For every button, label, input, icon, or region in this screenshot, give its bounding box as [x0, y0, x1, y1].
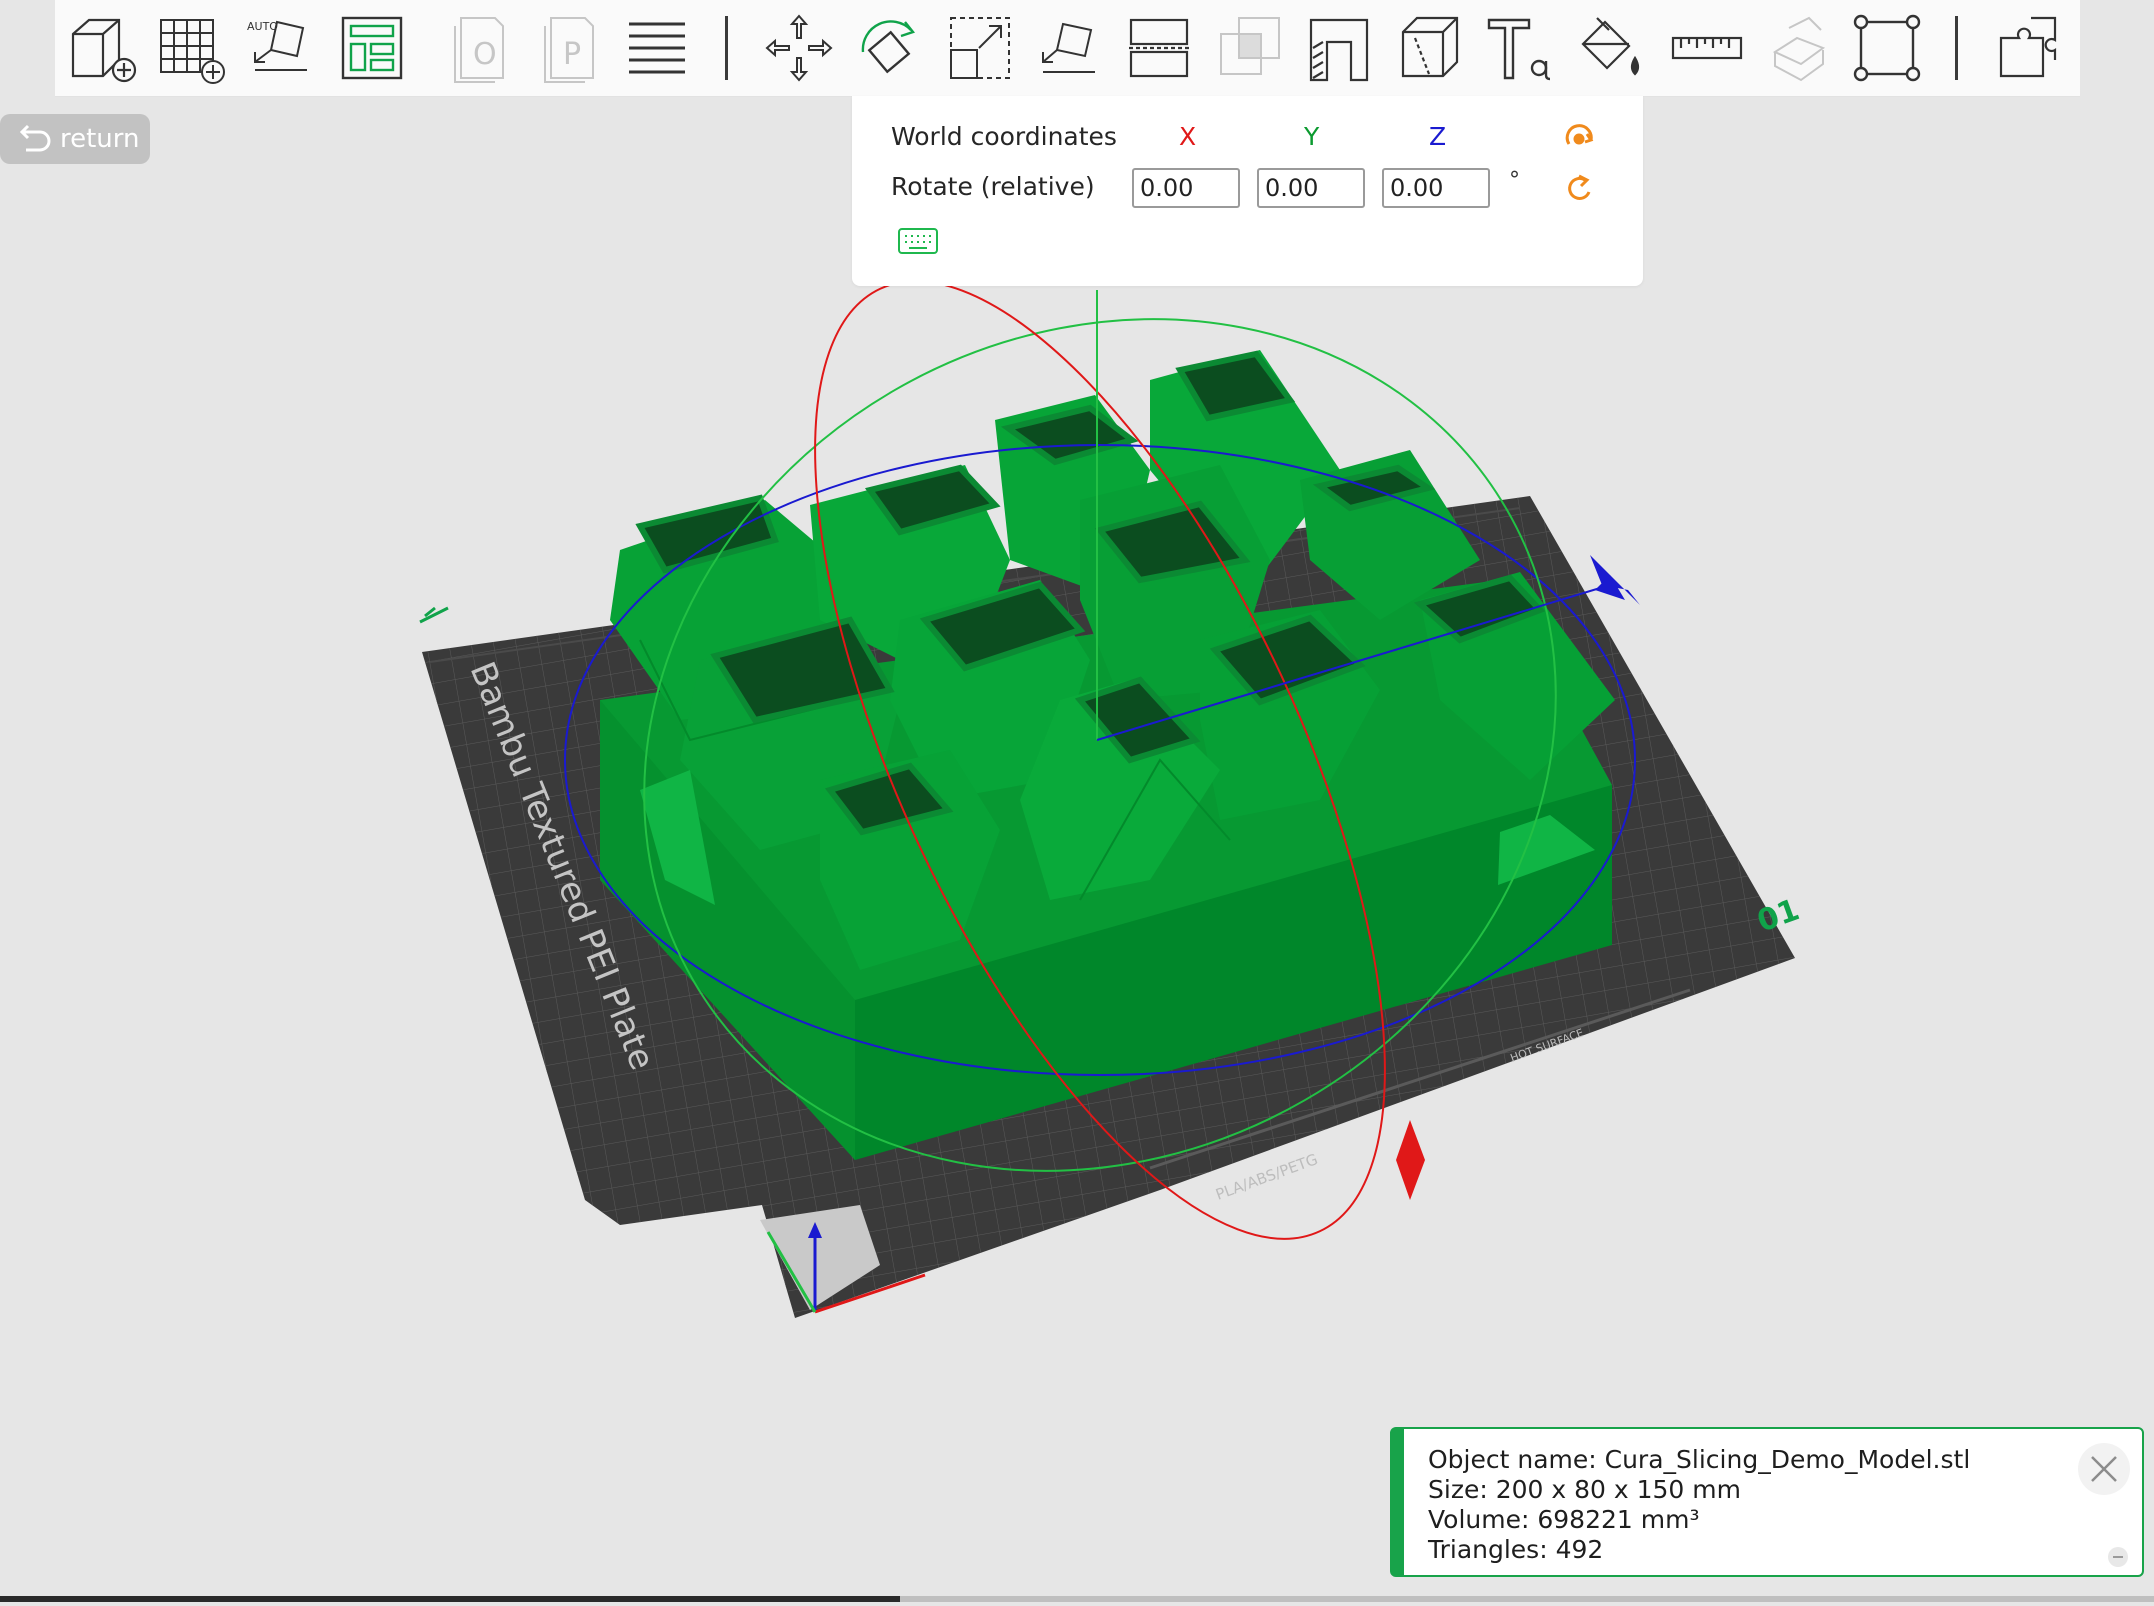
object-volume-text: Volume: 698221 mm³ — [1428, 1505, 1700, 1534]
axis-x-label: X — [1179, 122, 1197, 151]
object-info-panel: Object name: Cura_Slicing_Demo_Model.stl… — [1390, 1427, 2144, 1577]
measure-icon[interactable] — [1667, 8, 1747, 88]
auto-label: AUTO — [247, 20, 278, 33]
text-icon[interactable] — [1479, 8, 1559, 88]
assembly-icon[interactable] — [1759, 8, 1839, 88]
layers-icon[interactable] — [617, 8, 697, 88]
axis-y-label: Y — [1304, 122, 1320, 151]
split-objects-label: O — [473, 37, 497, 72]
3d-viewport[interactable]: Bambu Textured PEI Plate PLA/ABS/PETG HO… — [0, 96, 2154, 1602]
rotate-x-input[interactable] — [1132, 168, 1240, 208]
rotate-z-input[interactable] — [1382, 168, 1490, 208]
world-coordinates-label: World coordinates — [891, 122, 1117, 151]
z-axis-handle[interactable] — [1590, 555, 1640, 605]
object-triangles-text: Triangles: 492 — [1428, 1535, 1604, 1564]
toolbar-separator — [1955, 16, 1958, 80]
coordinate-system-icon[interactable] — [1563, 122, 1597, 156]
object-size-text: Size: 200 x 80 x 150 mm — [1428, 1475, 1741, 1504]
scale-icon[interactable] — [939, 8, 1019, 88]
add-object-icon[interactable] — [61, 8, 141, 88]
rotate-relative-label: Rotate (relative) — [891, 172, 1095, 201]
rotate-y-input[interactable] — [1257, 168, 1365, 208]
split-to-parts-icon[interactable]: P — [529, 8, 609, 88]
close-icon[interactable] — [2078, 1443, 2130, 1495]
degree-unit: ° — [1509, 168, 1520, 193]
support-painting-icon[interactable] — [1299, 8, 1379, 88]
fit-view-icon[interactable] — [1847, 8, 1927, 88]
lay-on-face-icon[interactable] — [1029, 8, 1109, 88]
axis-z-label: Z — [1429, 122, 1447, 151]
boolean-icon[interactable] — [1209, 8, 1289, 88]
plate-edit-icon[interactable] — [419, 606, 449, 624]
x-axis-handle[interactable] — [1396, 1120, 1425, 1200]
arrange-icon[interactable] — [331, 8, 411, 88]
seam-painting-icon[interactable] — [1389, 8, 1469, 88]
rotate-panel: World coordinates X Y Z Rotate (relative… — [852, 96, 1643, 286]
color-painting-icon[interactable] — [1569, 8, 1649, 88]
auto-orient-icon[interactable]: AUTO — [241, 8, 321, 88]
split-parts-label: P — [563, 37, 581, 72]
add-plate-icon[interactable] — [151, 8, 231, 88]
main-toolbar: AUTO O P — [55, 0, 2080, 97]
toolbar-separator — [725, 16, 728, 80]
assemble-view-icon[interactable] — [1989, 8, 2069, 88]
split-to-objects-icon[interactable]: O — [439, 8, 519, 88]
bottom-status-bar — [0, 1596, 2154, 1602]
cut-icon[interactable] — [1119, 8, 1199, 88]
keyboard-shortcuts-icon[interactable] — [897, 226, 939, 256]
reset-rotation-icon[interactable] — [1563, 172, 1597, 206]
object-name-text: Object name: Cura_Slicing_Demo_Model.stl — [1428, 1445, 1971, 1474]
minimize-icon[interactable] — [2108, 1547, 2128, 1567]
rotate-icon[interactable] — [849, 8, 929, 88]
move-icon[interactable] — [759, 8, 839, 88]
